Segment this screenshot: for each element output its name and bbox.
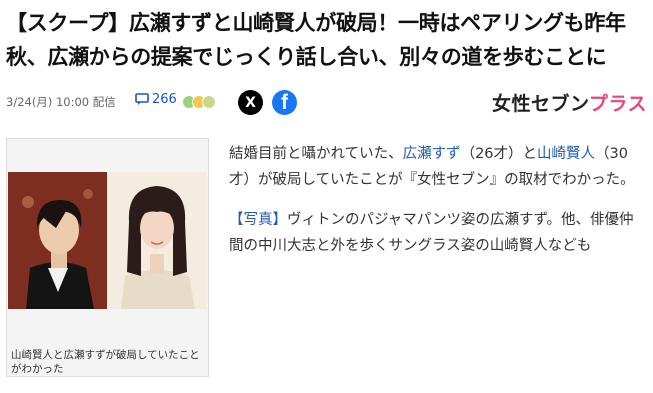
article-paragraph-1: 結婚目前と囁かれていた、広瀬すず（26才）と山崎賢人（30才）が破局していたこと… — [229, 141, 647, 193]
article-headline: 【スクープ】広瀬すずと山崎賢人が破局！一時はペアリングも昨年 秋、広瀬からの提案… — [6, 6, 651, 74]
photo-right-panel — [107, 172, 207, 309]
article-figure: 山崎賢人と広瀬すずが破局していたことがわかった — [6, 138, 209, 377]
p2-text: ヴィトンのパジャマパンツ姿の広瀬すず。他、俳優仲間の中川大志と外を歩くサングラス… — [229, 212, 634, 254]
p1-text-pre: 結婚目前と囁かれていた、 — [229, 146, 403, 162]
share-facebook-button[interactable]: f — [272, 90, 297, 115]
publish-date: 3/24(月) 10:00 配信 — [6, 95, 116, 109]
publisher-logo-part-2: プラス — [588, 93, 647, 115]
article-paragraph-2: 【写真】ヴィトンのパジャマパンツ姿の広瀬すず。他、俳優仲間の中川大志と外を歩くサ… — [229, 207, 647, 259]
photo-caption: 山崎賢人と広瀬すずが破局していたことがわかった — [11, 349, 200, 375]
share-x-button[interactable]: X — [238, 90, 263, 115]
man-portrait-icon — [8, 172, 107, 309]
woman-portrait-icon — [107, 172, 207, 309]
reaction-face-icon-3 — [202, 95, 216, 109]
photo-gallery-link[interactable]: 【写真】 — [229, 212, 287, 228]
facebook-logo-icon: f — [281, 91, 288, 114]
person-link-yamazaki[interactable]: 山崎賢人 — [537, 146, 595, 162]
comment-link[interactable]: 266 — [135, 92, 177, 107]
headline-line-1: 【スクープ】広瀬すずと山崎賢人が破局！一時はペアリングも昨年 — [6, 11, 626, 35]
publisher-logo[interactable]: 女性セブンプラス — [492, 89, 647, 116]
p1-text-mid: （26才）と — [460, 146, 538, 162]
reaction-summary[interactable] — [182, 95, 216, 109]
photo-left-panel — [8, 172, 107, 309]
article-meta-bar: 3/24(月) 10:00 配信 266 X f 女性セブンプラス — [6, 88, 651, 116]
comment-count: 266 — [152, 92, 177, 107]
article-page: 【スクープ】広瀬すずと山崎賢人が破局！一時はペアリングも昨年 秋、広瀬からの提案… — [0, 0, 653, 393]
comment-icon — [135, 93, 149, 105]
publisher-logo-part-1: 女性セブン — [491, 93, 589, 115]
headline-line-2: 秋、広瀬からの提案でじっくり話し合い、別々の道を歩むことに — [6, 45, 607, 69]
x-logo-icon: X — [245, 94, 256, 111]
person-link-hirose[interactable]: 広瀬すず — [403, 146, 461, 162]
article-photo[interactable] — [8, 172, 207, 309]
article-body: 結婚目前と囁かれていた、広瀬すず（26才）と山崎賢人（30才）が破局していたこと… — [229, 141, 647, 259]
